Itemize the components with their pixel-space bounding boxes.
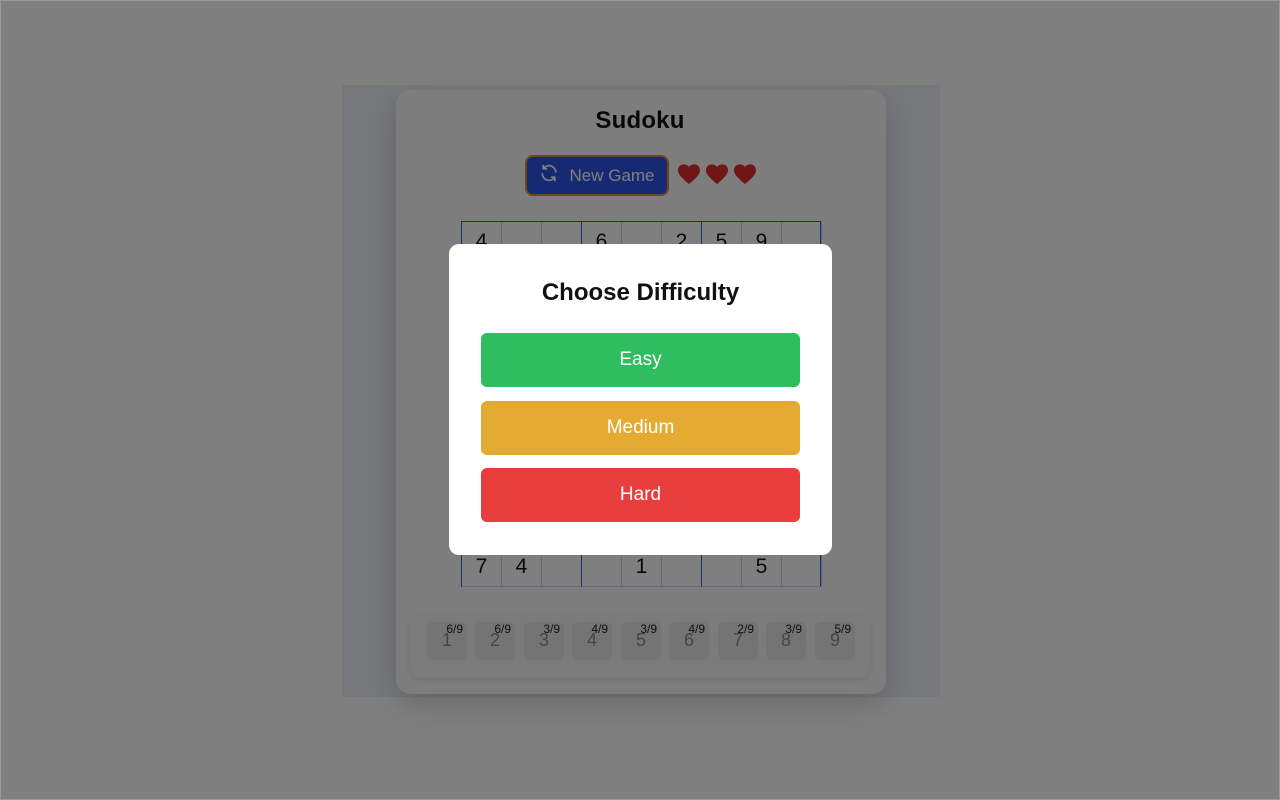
modal-title: Choose Difficulty (541, 279, 740, 306)
difficulty-modal: Choose Difficulty Easy Medium Hard (449, 244, 832, 555)
medium-button[interactable]: Medium (481, 401, 800, 455)
hard-button[interactable]: Hard (481, 468, 800, 522)
easy-button[interactable]: Easy (481, 333, 800, 387)
